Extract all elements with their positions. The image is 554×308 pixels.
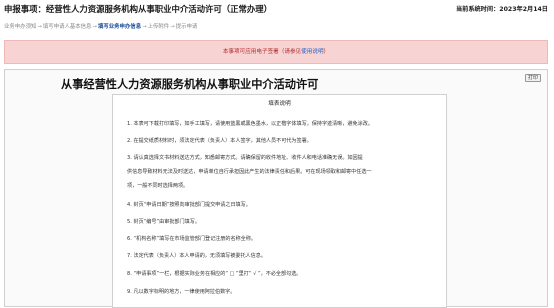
step-instructions: 业务申办须知 bbox=[4, 24, 37, 30]
breadcrumb-arrow: → bbox=[92, 24, 97, 30]
instruction-item: 4. 封页“申请日期”按照向审批部门提交申请之日填写。 bbox=[127, 202, 251, 208]
server-time: 当前系统时间：2023年2月14日 bbox=[455, 6, 548, 13]
e-signature-alert: 本事项可应用电子签署（请参见使用说明） bbox=[4, 40, 548, 64]
usage-instructions-link[interactable]: 使用说明 bbox=[301, 49, 323, 55]
header-bar: 申报事项：经营性人力资源服务机构从事职业中介活动许可（正常办理） 当前系统时间：… bbox=[0, 0, 554, 22]
instructions-box: 填表说明 1. 本表可下载打印填写，如手工填写，请使用蓝黑或黑色墨水，以正楷字体… bbox=[112, 94, 447, 308]
instruction-item: 5. 封页“编号”由审批部门填写。 bbox=[127, 219, 200, 225]
alert-suffix: ） bbox=[323, 49, 330, 55]
step-upload: 上传附件 bbox=[147, 24, 170, 30]
instruction-item: 8. “申请事项”一栏，根据实际业务在相应的“ □ ”里打“ √ ”，不必全部勾… bbox=[127, 271, 302, 277]
step-applicant-info: 填写申请人基本信息 bbox=[42, 24, 92, 30]
instruction-item: 项，一般不同时选择两项。 bbox=[127, 183, 189, 189]
instruction-item: 7. 法定代表（负责人）本人申请的，无须填写被委托人信息。 bbox=[127, 253, 266, 259]
instruction-item: 3. 请认真选择文书材料送达方式，知悉邮寄方式。请确保留的收件地址、收件人和电话… bbox=[127, 155, 363, 161]
instruction-item: 供信息导致材料无法及时送达，申请单位自行承担因此产生的法律责任和后果。可在现场领… bbox=[127, 169, 372, 175]
instructions-title: 填表说明 bbox=[268, 101, 291, 107]
instruction-item: 9. 凡以数字标明的地方，一律使用阿拉伯数字。 bbox=[127, 289, 236, 295]
print-button[interactable]: 打印 bbox=[525, 74, 541, 82]
step-submit: 提示申请 bbox=[175, 24, 198, 30]
breadcrumb-arrow: → bbox=[170, 24, 175, 30]
breadcrumb: 业务申办须知→填写申请人基本信息→填写业务申办信息→上传附件→提示申请 bbox=[4, 22, 544, 33]
breadcrumb-arrow: → bbox=[142, 24, 147, 30]
alert-text: 本事项可应用电子签署（请参见 bbox=[222, 49, 302, 55]
instruction-item: 2. 在提交纸质材料时，须法定代表（负责人）本人签字，其他人员不可代为签署。 bbox=[127, 138, 312, 144]
breadcrumb-arrow: → bbox=[37, 24, 42, 30]
instruction-item: 1. 本表可下载打印填写，如手工填写，请使用蓝黑或黑色墨水，以正楷字体填写，保持… bbox=[127, 121, 373, 127]
instruction-item: 6. “机构名称”填写在市场监管部门登记注册的名称全称。 bbox=[127, 236, 256, 242]
step-business-info: 填写业务申办信息 bbox=[97, 24, 142, 30]
page-title: 申报事项：经营性人力资源服务机构从事职业中介活动许可（正常办理） bbox=[4, 4, 272, 14]
document-title: 从事经营性人力资源服务机构从事职业中介活动许可 bbox=[61, 78, 319, 91]
document-panel: 打印 从事经营性人力资源服务机构从事职业中介活动许可 填表说明 1. 本表可下载… bbox=[4, 69, 548, 308]
